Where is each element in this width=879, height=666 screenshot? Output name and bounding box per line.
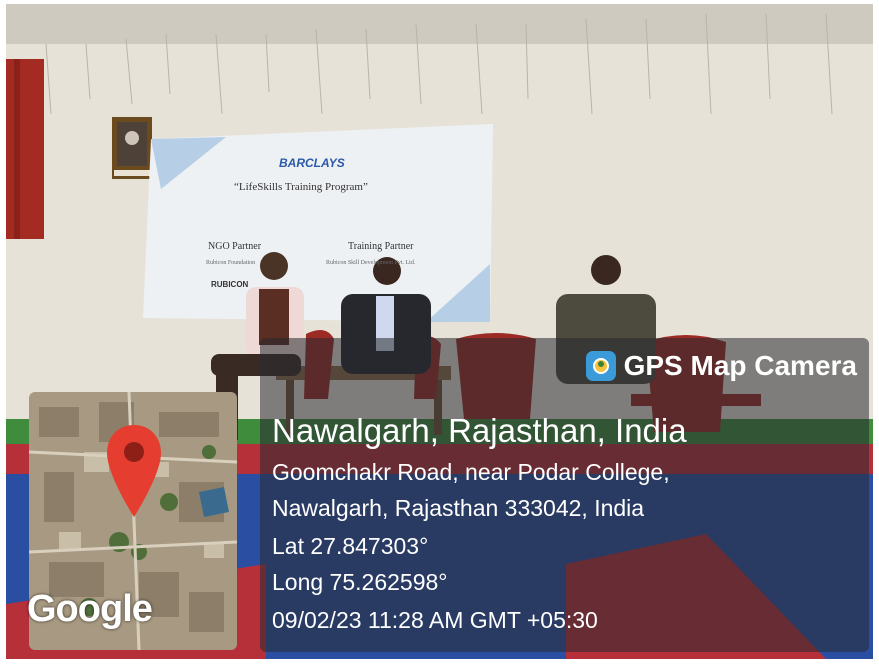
location-title: Nawalgarh, Rajasthan, India	[272, 412, 687, 449]
slide-title: “LifeSkills Training Program”	[234, 181, 368, 193]
address-line-1: Goomchakr Road, near Podar College,	[272, 459, 670, 485]
latitude: Lat 27.847303°	[272, 533, 429, 559]
stamp-header: GPS Map Camera	[585, 350, 857, 382]
slide-brand: BARCLAYS	[279, 156, 345, 170]
slide-logo: RUBICON	[211, 280, 249, 289]
gps-stamp-overlay: GPS Map Camera Nawalgarh, Rajasthan, Ind…	[260, 338, 869, 652]
slide-ngo-heading: NGO Partner	[208, 241, 262, 252]
datetime-stamp: 09/02/23 11:28 AM GMT +05:30	[272, 607, 598, 633]
map-pin-icon	[107, 425, 161, 517]
address-line-2: Nawalgarh, Rajasthan 333042, India	[272, 495, 645, 521]
gps-camera-icon	[585, 351, 616, 381]
longitude: Long 75.262598°	[272, 569, 448, 595]
photo-frame: BARCLAYS “LifeSkills Training Program” N…	[0, 0, 879, 666]
slide-training-heading: Training Partner	[348, 241, 414, 252]
app-name: GPS Map Camera	[623, 350, 857, 381]
slide-training-name: Rubicon Skill Development Pvt. Ltd.	[326, 260, 416, 266]
slide-ngo-name: Rubicon Foundation	[206, 260, 256, 266]
google-logo: Google	[27, 588, 153, 630]
